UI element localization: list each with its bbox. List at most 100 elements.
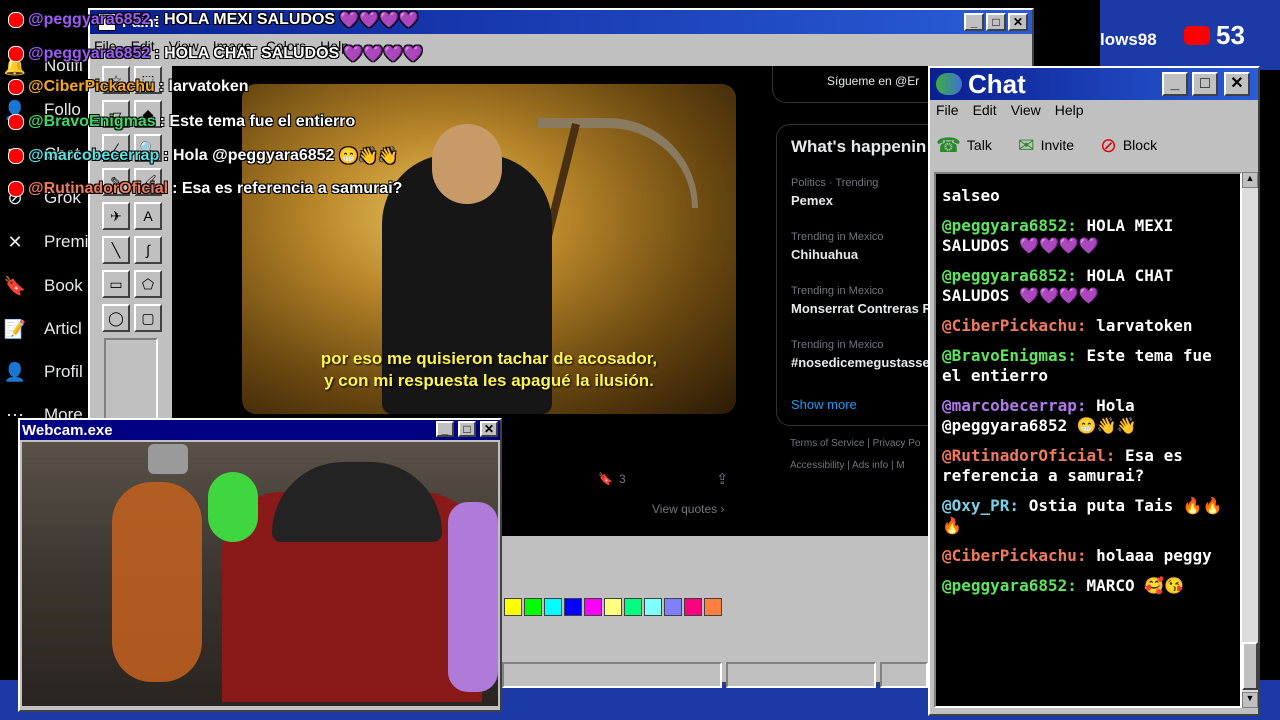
overlay-chat-line: @peggyara6852: HOLA MEXI SALUDOS 💜💜💜💜 <box>8 10 419 30</box>
platform-badge-icon <box>8 12 24 28</box>
minimize-button[interactable]: _ <box>436 421 454 437</box>
subtitle-line-2: y con mi respuesta les apagué la ilusión… <box>324 371 654 390</box>
chat-message: @CiberPickachu: holaaa peggy <box>942 546 1234 566</box>
chat-username[interactable]: @peggyara6852: <box>942 576 1077 595</box>
bookmark-icon: 🔖 <box>3 275 27 296</box>
platform-badge-icon <box>8 46 24 62</box>
color-swatch[interactable] <box>704 598 722 616</box>
chat-username[interactable]: @peggyara6852: <box>942 266 1077 285</box>
article-icon: 📝 <box>3 318 27 339</box>
overlay-message: : HOLA CHAT SALUDOS <box>154 45 340 62</box>
airbrush-icon[interactable]: ✈ <box>102 202 130 230</box>
sidebar-item-bookmarks[interactable]: 🔖 Book <box>4 275 83 297</box>
rectangle-tool-icon[interactable]: ▭ <box>102 270 130 298</box>
sidebar-label: Premi <box>44 232 89 251</box>
scroll-down-arrow[interactable]: ▼ <box>1242 692 1258 708</box>
color-swatch[interactable] <box>604 598 622 616</box>
color-swatch[interactable] <box>664 598 682 616</box>
overlay-message: : larvatoken <box>158 78 249 95</box>
menu-file[interactable]: File <box>936 102 959 118</box>
color-swatch[interactable] <box>684 598 702 616</box>
streamer-cap <box>272 462 442 542</box>
webcam-title: Webcam.exe <box>22 421 113 439</box>
scroll-up-arrow[interactable]: ▲ <box>1242 172 1258 188</box>
overlay-username: @CiberPickachu <box>28 78 155 95</box>
talk-label: Talk <box>966 137 992 153</box>
chat-titlebar[interactable]: Chat _ □ ✕ <box>930 68 1258 100</box>
chat-username[interactable]: @Oxy_PR: <box>942 496 1019 515</box>
overlay-message: : Este tema fue el entierro <box>159 113 356 130</box>
overlay-chat-line: @RutinadorOficial: Esa es referencia a s… <box>8 180 402 198</box>
webcam-titlebar[interactable]: Webcam.exe _ □ ✕ <box>20 420 500 440</box>
chat-window: Chat _ □ ✕ File Edit View Help ☎ Talk ✉ In… <box>928 66 1260 716</box>
menu-view[interactable]: View <box>1011 102 1041 118</box>
chat-message: @peggyara6852: HOLA MEXI SALUDOS 💜💜💜💜 <box>942 216 1234 256</box>
minimize-button[interactable]: _ <box>964 13 984 31</box>
show-more-link[interactable]: Show more <box>791 397 857 412</box>
chat-username[interactable]: @RutinadorOficial: <box>942 446 1115 465</box>
overlay-message: : Hola @peggyara6852 <box>163 147 335 164</box>
sidebar-item-articles[interactable]: 📝 Articl <box>4 318 82 340</box>
color-swatch[interactable] <box>564 598 582 616</box>
chat-username[interactable]: @BravoEnigmas: <box>942 346 1077 365</box>
polygon-tool-icon[interactable]: ⬠ <box>134 270 162 298</box>
maximize-button[interactable]: □ <box>986 13 1006 31</box>
footer-links-1[interactable]: Terms of Service | Privacy Po <box>790 438 920 449</box>
maximize-button[interactable]: □ <box>458 421 476 437</box>
text-tool-icon[interactable]: A <box>134 202 162 230</box>
minimize-button[interactable]: _ <box>1162 72 1188 96</box>
tweet-video[interactable]: por eso me quisieron tachar de acosador,… <box>242 84 736 414</box>
close-button[interactable]: ✕ <box>1224 72 1250 96</box>
color-swatch[interactable] <box>504 598 522 616</box>
curve-tool-icon[interactable]: ∫ <box>134 236 162 264</box>
chat-username[interactable]: @CiberPickachu: <box>942 546 1087 565</box>
chat-text: salseo <box>942 186 1000 205</box>
follow-text[interactable]: Sígueme en @Er <box>827 74 919 88</box>
color-swatch[interactable] <box>644 598 662 616</box>
overlay-message: : Esa es referencia a samurai? <box>172 180 403 197</box>
youtube-plaque <box>148 444 188 474</box>
chat-username[interactable]: @CiberPickachu: <box>942 316 1087 335</box>
chat-message: @peggyara6852: HOLA CHAT SALUDOS 💜💜💜💜 <box>942 266 1234 306</box>
block-button[interactable]: ⊘ Block <box>1100 133 1157 158</box>
trend-item[interactable]: Trending in Mexico #nosedicemegustasse <box>791 339 930 370</box>
ellipse-tool-icon[interactable]: ◯ <box>102 304 130 332</box>
chat-scrollbar[interactable]: ▲ ▼ <box>1242 172 1258 708</box>
close-button[interactable]: ✕ <box>1008 13 1028 31</box>
view-quotes-link[interactable]: View quotes › <box>652 502 725 516</box>
overlay-chat-line: @marcobecerrap: Hola @peggyara6852 😁👋👋 <box>8 146 398 166</box>
line-tool-icon[interactable]: ╲ <box>102 236 130 264</box>
chat-message-log[interactable]: salseo @peggyara6852: HOLA MEXI SALUDOS 💜… <box>934 172 1242 708</box>
chat-message: @Oxy_PR: Ostia puta Tais 🔥🔥🔥 <box>942 496 1234 536</box>
menu-help[interactable]: Help <box>1055 102 1084 118</box>
trend-name: #nosedicemegustasse <box>791 355 930 370</box>
chat-message: salseo <box>942 186 1234 206</box>
invite-button[interactable]: ✉ Invite <box>1018 133 1074 158</box>
maximize-button[interactable]: □ <box>1192 72 1218 96</box>
menu-edit[interactable]: Edit <box>973 102 997 118</box>
invite-icon: ✉ <box>1017 134 1035 157</box>
color-swatch[interactable] <box>584 598 602 616</box>
trend-item[interactable]: Trending in Mexico Chihuahua <box>791 231 884 262</box>
video-subtitle: por eso me quisieron tachar de acosador,… <box>242 348 736 392</box>
talk-button[interactable]: ☎ Talk <box>936 133 992 158</box>
share-icon[interactable]: ⇪ <box>716 470 729 488</box>
bookmark-action[interactable]: 🔖 3 <box>598 472 626 486</box>
color-swatch[interactable] <box>524 598 542 616</box>
subtitle-line-1: por eso me quisieron tachar de acosador, <box>320 349 658 368</box>
overlay-username: @BravoEnigmas <box>28 113 156 130</box>
chat-menubar: File Edit View Help <box>936 102 1084 118</box>
footer-links-2[interactable]: Accessibility | Ads info | M <box>790 460 905 471</box>
trend-item[interactable]: Politics · Trending Pemex <box>791 177 878 208</box>
trends-header: What's happenin <box>791 137 927 156</box>
sidebar-item-profile[interactable]: 👤 Profil <box>4 361 83 383</box>
scroll-thumb[interactable] <box>1242 642 1258 690</box>
close-button[interactable]: ✕ <box>480 421 498 437</box>
chat-username[interactable]: @marcobecerrap: <box>942 396 1087 415</box>
rounded-rect-tool-icon[interactable]: ▢ <box>134 304 162 332</box>
color-swatch[interactable] <box>544 598 562 616</box>
sidebar-item-premium[interactable]: ✕ Premi <box>4 231 88 253</box>
chat-username[interactable]: @peggyara6852: <box>942 216 1077 235</box>
color-swatch[interactable] <box>624 598 642 616</box>
trend-item[interactable]: Trending in Mexico Monserrat Contreras R <box>791 285 932 316</box>
